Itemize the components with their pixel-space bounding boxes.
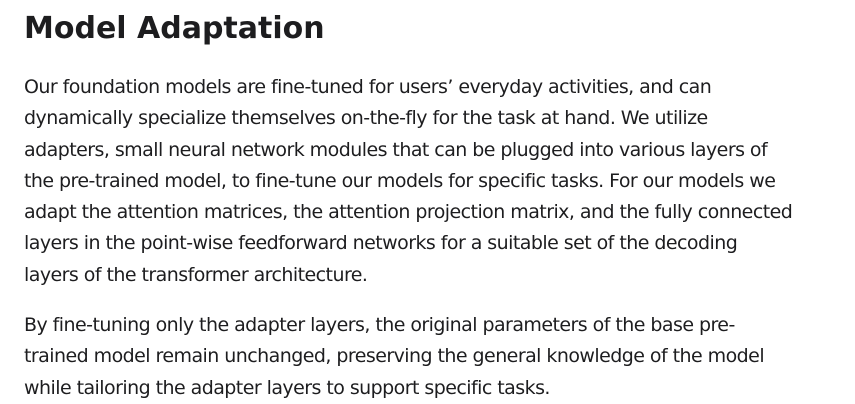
paragraph-adapter-benefits: By fine-tuning only the adapter layers, …	[24, 310, 844, 404]
paragraph-line: layers of the transformer architecture.	[24, 263, 368, 286]
paragraph-line: dynamically specialize themselves on-the…	[24, 107, 708, 130]
paragraph-model-adaptation: Our foundation models are fine-tuned for…	[24, 72, 844, 291]
paragraph-line: adapters, small neural network modules t…	[24, 138, 768, 161]
paragraph-line: By fine-tuning only the adapter layers, …	[24, 314, 735, 336]
article: Model Adaptation Our foundation models a…	[0, 0, 855, 400]
paragraph-line: Our foundation models are fine-tuned for…	[24, 76, 712, 98]
paragraph-line: adapt the attention matrices, the attent…	[24, 201, 793, 224]
paragraph-line: the pre-trained model, to fine-tune our …	[24, 169, 776, 192]
paragraph-line: trained model remain unchanged, preservi…	[24, 345, 765, 368]
paragraph-line: layers in the point-wise feedforward net…	[24, 232, 738, 255]
paragraph-line: while tailoring the adapter layers to su…	[24, 376, 550, 399]
section-title: Model Adaptation	[24, 11, 325, 46]
